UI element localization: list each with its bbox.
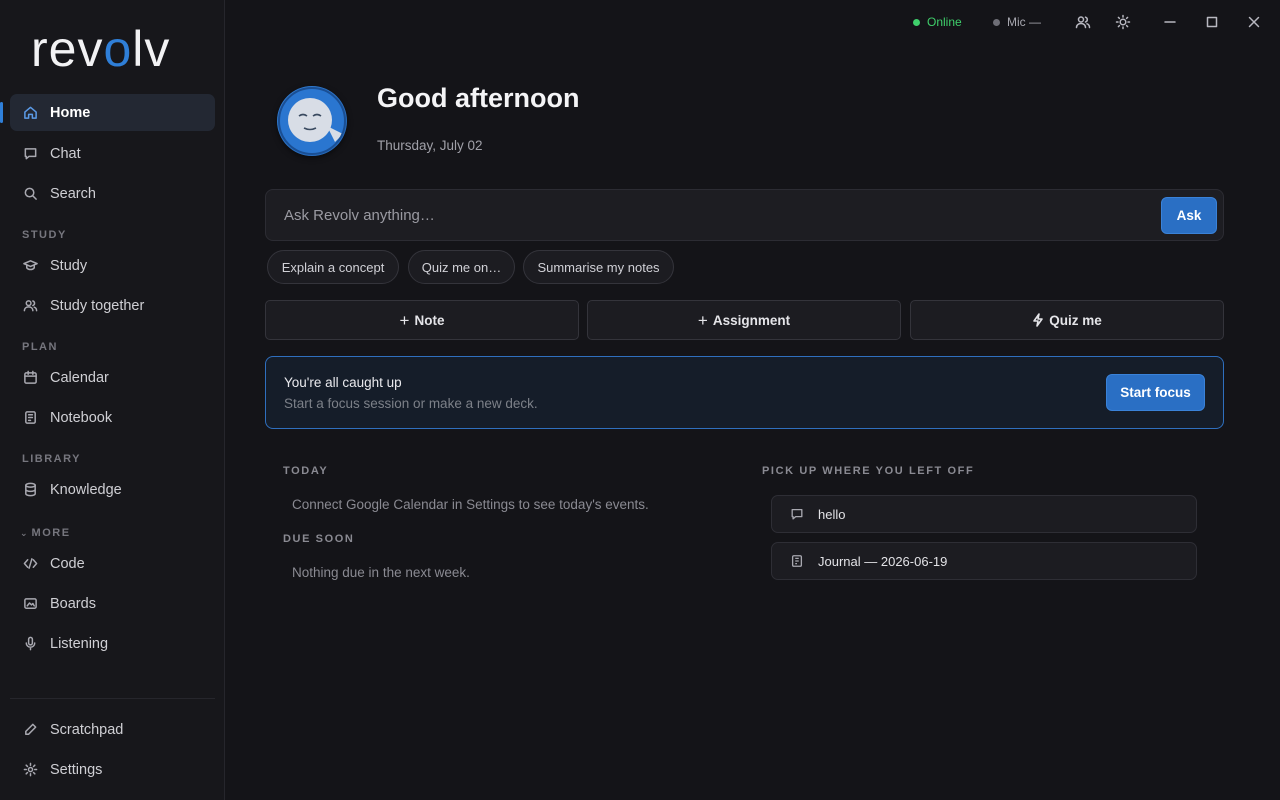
mic-status[interactable]: Mic — [993,15,1041,29]
quiz-me-button[interactable]: Quiz me [910,300,1224,340]
users-icon [22,298,38,314]
pencil-icon [22,722,38,738]
caught-up-banner: You're all caught up Start a focus sessi… [265,356,1224,429]
ask-button[interactable]: Ask [1161,197,1217,234]
list-item[interactable]: hello [771,495,1197,533]
mascot-icon [278,87,346,155]
ask-box: Ask [265,189,1224,241]
chip-quiz-me-on[interactable]: Quiz me on… [408,250,515,284]
banner-title: You're all caught up [284,375,402,390]
sidebar-item-label: Home [50,104,91,121]
app-logo: revolv [31,21,171,77]
sidebar-item-study[interactable]: Study [10,247,215,284]
sidebar-divider [10,698,215,699]
ask-input[interactable] [284,190,1144,240]
section-toggle-more[interactable]: ⌄ MORE [20,527,71,539]
banner-subtitle: Start a focus session or make a new deck… [284,396,538,411]
due-soon-heading: DUE SOON [283,533,355,545]
online-status: Online [913,15,962,29]
sidebar-item-label: Settings [50,761,103,778]
section-label-library: LIBRARY [22,453,81,465]
list-item[interactable]: Journal — 2026-06-19 [771,542,1197,580]
chip-summarise-notes[interactable]: Summarise my notes [523,250,674,284]
sidebar-item-label: Listening [50,635,109,652]
maximize-icon[interactable] [1203,13,1221,31]
chat-icon [791,508,803,520]
list-item-title: Journal — 2026-06-19 [818,553,948,569]
microphone-icon [22,636,38,652]
chip-explain-concept[interactable]: Explain a concept [267,250,399,284]
board-icon [22,596,38,612]
sidebar-item-label: Search [50,185,96,202]
add-assignment-button[interactable]: + Assignment [587,300,901,340]
due-soon-empty-text: Nothing due in the next week. [292,565,470,580]
sidebar-item-label: Study together [50,297,145,314]
sidebar-item-label: Boards [50,595,96,612]
sidebar: revolv Home Chat Search STUDY Study Stud… [0,0,225,800]
sidebar-item-label: Scratchpad [50,721,124,738]
theme-toggle-sun-icon[interactable] [1114,13,1132,31]
lightning-icon [1033,313,1044,327]
list-item-title: hello [818,506,846,522]
sidebar-item-chat[interactable]: Chat [10,135,215,172]
sidebar-item-search[interactable]: Search [10,175,215,212]
sidebar-item-label: Knowledge [50,481,122,498]
start-focus-button[interactable]: Start focus [1106,374,1205,411]
page-title: Good afternoon [377,83,580,113]
sidebar-item-study-together[interactable]: Study together [10,287,215,324]
sidebar-item-label: Calendar [50,369,109,386]
sidebar-item-notebook[interactable]: Notebook [10,399,215,436]
sidebar-item-label: Study [50,257,88,274]
section-label-plan: PLAN [22,341,58,353]
avatar [277,86,347,156]
sidebar-item-code[interactable]: Code [10,545,215,582]
sidebar-item-scratchpad[interactable]: Scratchpad [10,711,215,748]
sidebar-item-settings[interactable]: Settings [10,751,215,788]
plus-icon: + [399,310,410,330]
button-label: Quiz me [1049,312,1102,328]
button-label: Assignment [712,312,791,328]
sidebar-item-boards[interactable]: Boards [10,585,215,622]
plus-icon: + [697,310,708,330]
chat-icon [22,146,38,162]
graduation-cap-icon [22,258,38,274]
section-label-more: MORE [31,527,71,539]
sidebar-item-calendar[interactable]: Calendar [10,359,215,396]
search-icon [22,186,38,202]
today-empty-text: Connect Google Calendar in Settings to s… [292,497,649,512]
status-dot [993,18,1000,26]
close-icon[interactable] [1245,13,1263,31]
current-date: Thursday, July 02 [377,138,483,153]
users-icon[interactable] [1074,13,1092,31]
online-label: Online [927,15,962,29]
section-label-study: STUDY [22,229,67,241]
recent-heading: PICK UP WHERE YOU LEFT OFF [762,465,975,477]
database-icon [22,482,38,498]
sidebar-item-label: Notebook [50,409,113,426]
notebook-icon [791,555,803,567]
notebook-icon [22,410,38,426]
sidebar-item-knowledge[interactable]: Knowledge [10,471,215,508]
sidebar-item-label: Code [50,555,85,572]
status-dot [913,18,920,26]
minimize-icon[interactable] [1161,13,1179,31]
sidebar-item-home[interactable]: Home [0,94,215,131]
gear-icon [22,762,38,778]
calendar-icon [22,370,38,386]
chevron-down-icon: ⌄ [20,528,28,538]
code-icon [22,556,38,572]
today-heading: TODAY [283,465,329,477]
sidebar-item-label: Chat [50,145,81,162]
sidebar-item-listening[interactable]: Listening [10,625,215,662]
add-note-button[interactable]: + Note [265,300,579,340]
home-icon [22,105,38,121]
button-label: Note [414,312,445,328]
mic-label: Mic — [1007,15,1041,29]
